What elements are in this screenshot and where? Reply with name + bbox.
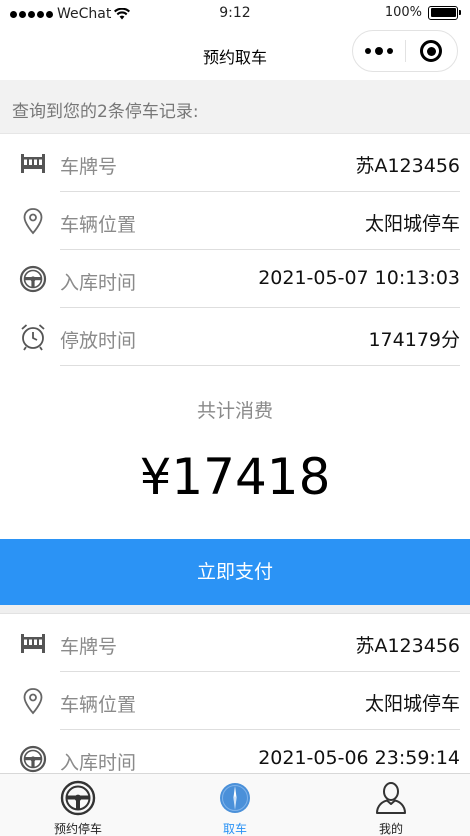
record-1-entry-row: 入库时间 2021-05-07 10:13:03 [0, 250, 470, 308]
alarm-clock-icon [21, 324, 45, 351]
entry-time-value: 2021-05-07 10:13:03 [258, 267, 460, 289]
status-bar: WeChat 9:12 100% [0, 0, 470, 28]
plate-value: 苏A123456 [355, 155, 460, 177]
total-cost-label: 共计消费 [196, 400, 273, 422]
tab-pick-up-car[interactable]: 取车 [180, 780, 290, 836]
close-circle-icon [420, 40, 443, 62]
miniprogram-capsule [352, 30, 458, 72]
compass-icon [220, 783, 250, 813]
plate-label: 车牌号 [60, 636, 118, 658]
location-label: 车辆位置 [60, 214, 137, 236]
battery-status: 100% [384, 5, 461, 20]
tab-label: 预约停车 [53, 822, 102, 836]
entry-time-label: 入库时间 [60, 272, 137, 294]
location-value: 太阳城停车 [364, 213, 460, 235]
close-miniprogram-button[interactable] [406, 40, 457, 62]
bottom-tab-bar: 预约停车 取车 我的 [0, 773, 470, 836]
tab-mine[interactable]: 我的 [336, 780, 446, 836]
entry-time-label: 入库时间 [60, 752, 137, 773]
bed-icon [21, 154, 45, 173]
more-options-button[interactable] [353, 47, 405, 55]
record-2-location-row: 车辆位置 太阳城停车 [0, 672, 470, 730]
plate-label: 车牌号 [60, 156, 118, 178]
record-2-entry-row: 入库时间 2021-05-06 23:59:14 [0, 730, 470, 773]
battery-percent: 100% [384, 5, 422, 20]
duration-label: 停放时间 [60, 330, 137, 352]
record-2-plate-row: 车牌号 苏A123456 [0, 614, 470, 672]
record-1-duration-row: 停放时间 174179分 [0, 308, 470, 366]
navigation-bar: 预约取车 [0, 28, 470, 80]
plate-value: 苏A123456 [355, 635, 460, 657]
location-label: 车辆位置 [60, 694, 137, 716]
pay-now-button[interactable]: 立即支付 [0, 539, 470, 605]
tab-label: 我的 [378, 822, 403, 836]
user-icon [376, 782, 406, 814]
battery-icon [428, 5, 461, 20]
location-pin-icon [23, 688, 43, 715]
duration-value: 174179分 [368, 329, 460, 351]
steering-wheel-icon [19, 745, 47, 773]
record-1-plate-row: 车牌号 苏A123456 [0, 134, 470, 192]
summary-text: 查询到您的2条停车记录: [12, 102, 199, 122]
section-gap [0, 605, 470, 614]
location-pin-icon [23, 208, 43, 235]
records-summary: 查询到您的2条停车记录: [0, 80, 470, 134]
bed-icon [21, 634, 45, 653]
tab-reserve-parking[interactable]: 预约停车 [23, 780, 133, 836]
record-1-location-row: 车辆位置 太阳城停车 [0, 192, 470, 250]
steering-wheel-icon [60, 780, 96, 816]
location-value: 太阳城停车 [364, 693, 460, 715]
total-cost-amount: ¥17418 [139, 448, 331, 506]
tab-label: 取车 [222, 822, 247, 836]
row-divider [60, 365, 460, 366]
entry-time-value: 2021-05-06 23:59:14 [258, 747, 460, 769]
steering-wheel-icon [19, 265, 47, 293]
